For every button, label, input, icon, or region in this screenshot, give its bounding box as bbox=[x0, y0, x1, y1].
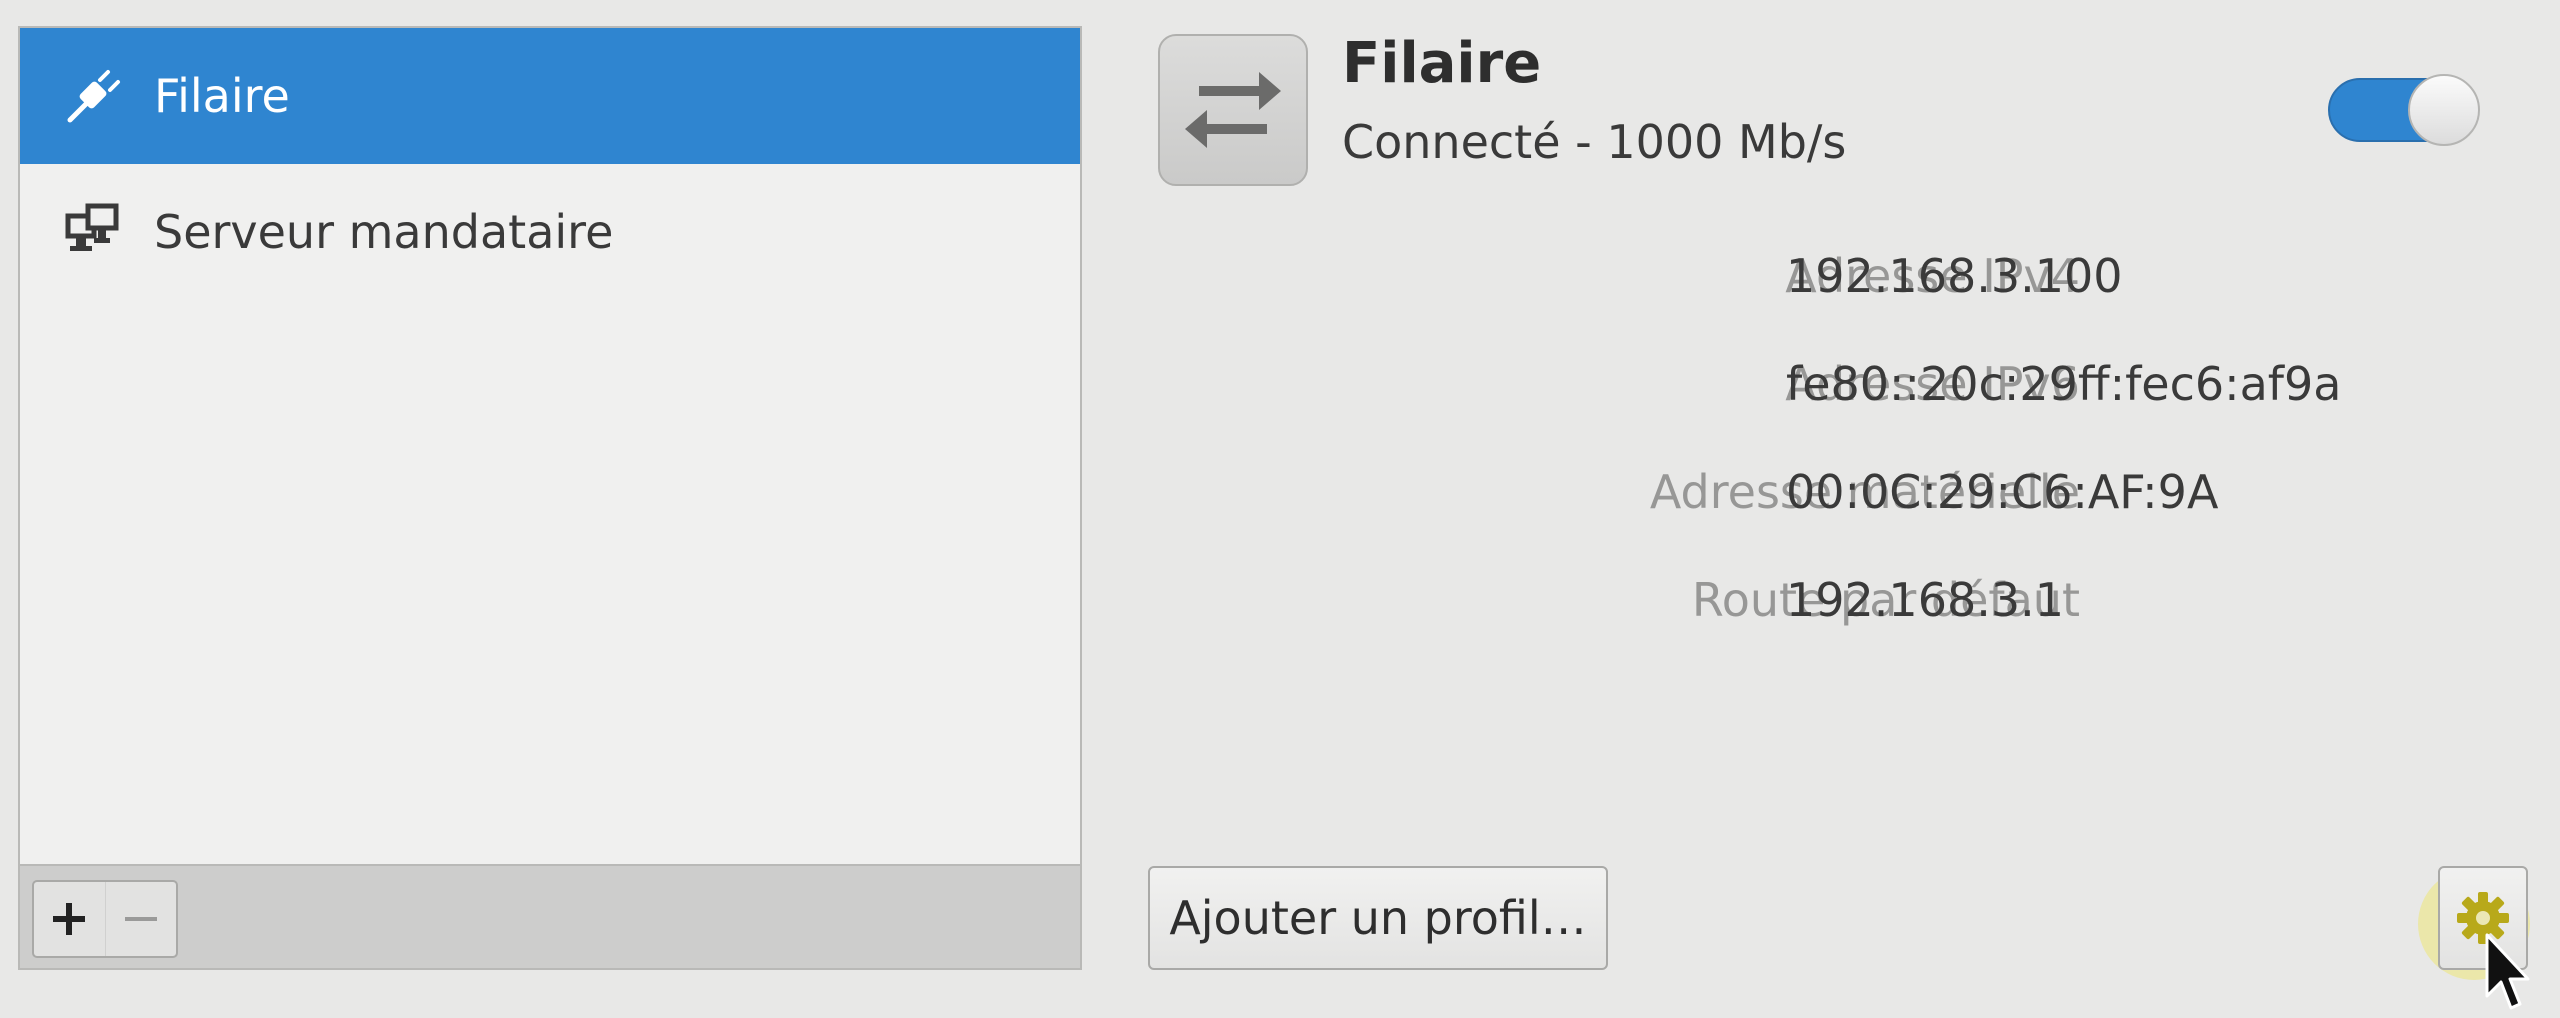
connection-item-wired[interactable]: Filaire bbox=[20, 28, 1080, 164]
mouse-pointer-icon bbox=[2485, 933, 2530, 1010]
minus-icon bbox=[124, 917, 157, 921]
toggle-knob[interactable] bbox=[2408, 74, 2480, 146]
connection-toggle-switch[interactable] bbox=[2328, 74, 2480, 146]
remove-connection-button[interactable] bbox=[104, 882, 177, 956]
add-connection-button[interactable] bbox=[34, 882, 105, 956]
wired-plug-icon bbox=[67, 70, 120, 123]
property-value: fe80::20c:29ff:fec6:af9a bbox=[1786, 357, 2342, 411]
proxy-network-icon bbox=[65, 203, 119, 251]
add-remove-button-group bbox=[32, 880, 178, 958]
property-row-ipv6: Adresse IPv6 fe80::20c:29ff:fec6:af9a bbox=[1150, 330, 2530, 438]
network-transfer-arrows-icon bbox=[1185, 72, 1281, 148]
device-properties: Adresse IPv4 192.168.3.100 Adresse IPv6 … bbox=[1150, 222, 2530, 654]
device-status: Connecté - 1000 Mb/s bbox=[1342, 115, 1847, 169]
property-row-ipv4: Adresse IPv4 192.168.3.100 bbox=[1150, 222, 2530, 330]
device-title: Filaire bbox=[1342, 31, 1542, 96]
network-settings-window: Filaire Serveur mandataire Filaire Conne… bbox=[0, 0, 2560, 1018]
property-row-hardware-address: Adresse matérielle 00:0C:29:C6:AF:9A bbox=[1150, 438, 2530, 546]
connection-item-proxy[interactable]: Serveur mandataire bbox=[20, 164, 1080, 300]
plus-icon bbox=[53, 903, 86, 935]
connection-list: Filaire Serveur mandataire bbox=[20, 28, 1080, 866]
device-icon-tile bbox=[1158, 34, 1308, 186]
add-profile-button[interactable]: Ajouter un profil… bbox=[1148, 866, 1608, 970]
property-value: 192.168.3.100 bbox=[1786, 249, 2123, 303]
property-value: 192.168.3.1 bbox=[1786, 573, 2064, 627]
connection-item-label: Serveur mandataire bbox=[154, 205, 614, 259]
list-toolbar bbox=[20, 864, 1080, 968]
property-value: 00:0C:29:C6:AF:9A bbox=[1786, 465, 2219, 519]
connection-list-panel: Filaire Serveur mandataire bbox=[18, 26, 1082, 970]
connection-item-label: Filaire bbox=[154, 69, 290, 123]
property-row-default-route: Route par défaut 192.168.3.1 bbox=[1150, 546, 2530, 654]
